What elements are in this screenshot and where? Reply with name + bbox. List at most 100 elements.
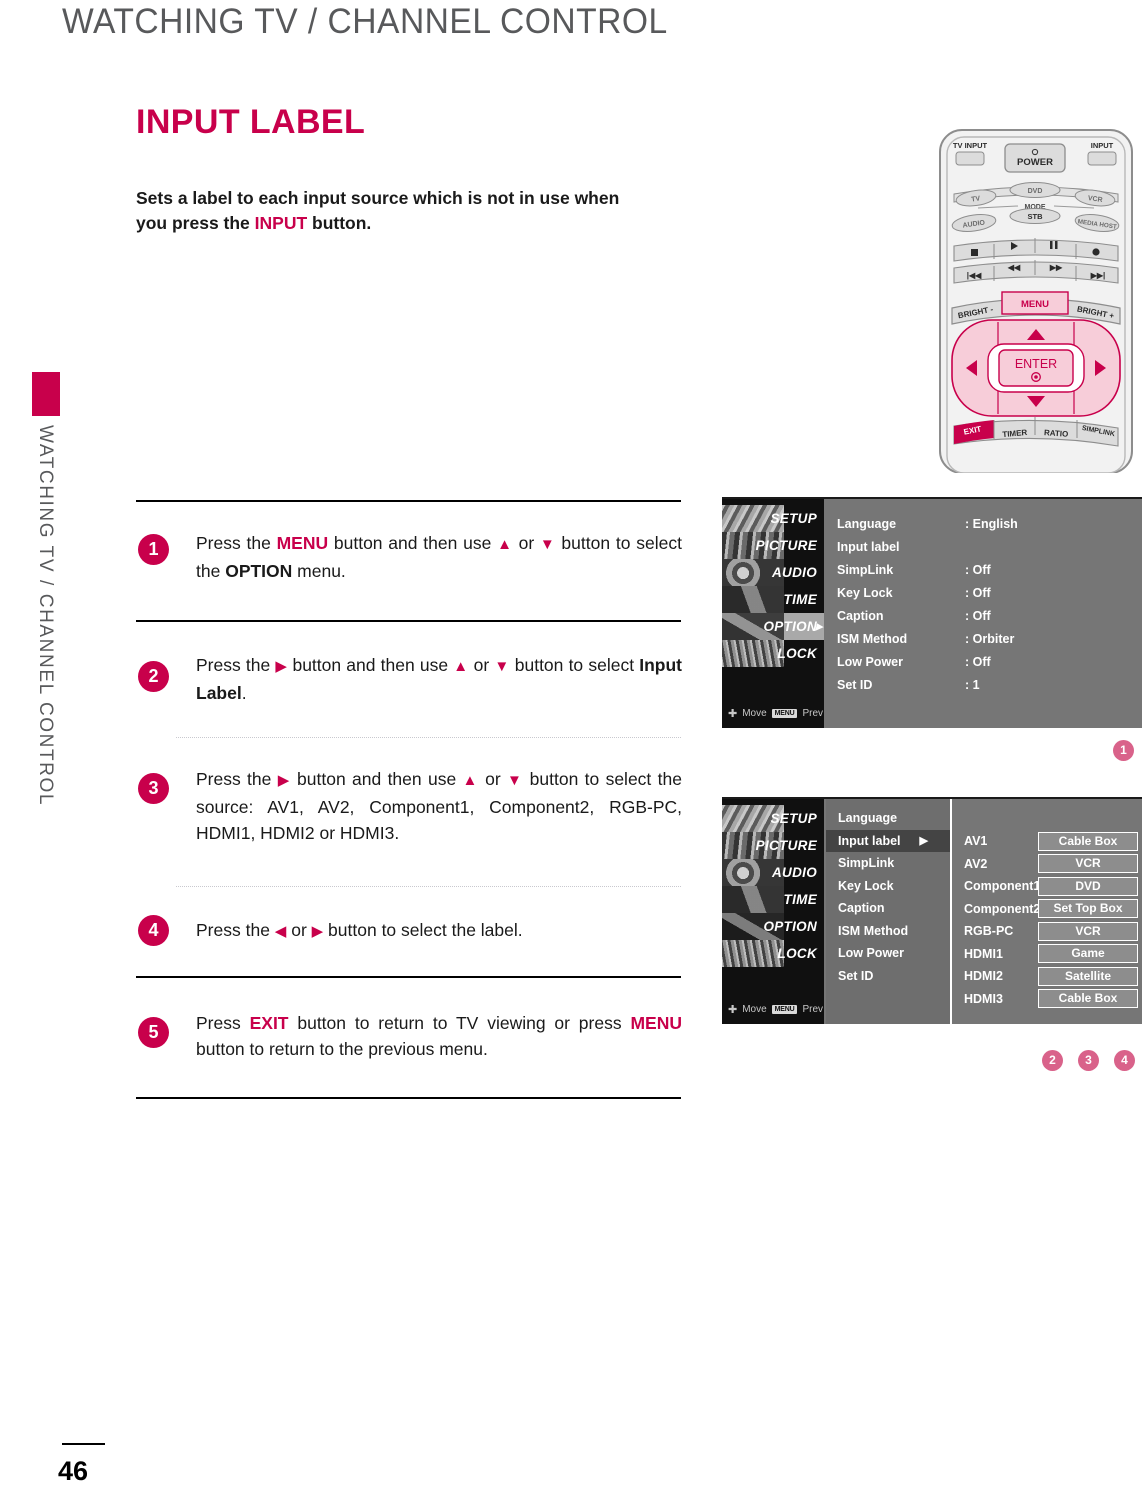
sidebar-vertical-label: WATCHING TV / CHANNEL CONTROL bbox=[30, 425, 64, 825]
osd2-input-label-value[interactable]: Game bbox=[1038, 944, 1138, 964]
osd-sidebar-item-label: LOCK bbox=[777, 646, 817, 661]
osd2-input-label-value[interactable]: VCR bbox=[1038, 854, 1138, 874]
osd2-input-label-value[interactable]: Satellite bbox=[1038, 966, 1138, 986]
osd1-move-label: Move bbox=[742, 708, 767, 719]
step-2-fragment-3: ▲ bbox=[453, 658, 469, 675]
divider-after-step-1 bbox=[136, 620, 681, 622]
step-text-1: Press the MENU button and then use ▲ or … bbox=[196, 530, 682, 584]
osd2-input-row[interactable]: Component2 Set Top Box bbox=[954, 898, 1142, 921]
osd2-option-item-ism-method[interactable]: ISM Method bbox=[826, 920, 950, 943]
osd2-input-row[interactable]: HDMI3 Cable Box bbox=[954, 988, 1142, 1011]
osd2-option-item-input-label[interactable]: Input label ▶ bbox=[826, 829, 950, 852]
step-number-4: 4 bbox=[138, 915, 169, 946]
osd1-row[interactable]: Key Lock: Off bbox=[837, 582, 1136, 605]
step-4-fragment-3: ▶ bbox=[311, 923, 324, 940]
osd2-input-row[interactable]: AV1 Cable Box bbox=[954, 830, 1142, 853]
osd1-row[interactable]: Low Power: Off bbox=[837, 651, 1136, 674]
osd1-row[interactable]: ISM Method: Orbiter bbox=[837, 628, 1136, 651]
osd1-row[interactable]: Caption: Off bbox=[837, 605, 1136, 628]
osd-sidebar-item-lock[interactable]: LOCK bbox=[722, 940, 824, 967]
divider-after-step-2 bbox=[176, 737, 681, 739]
osd1-row-value: : Off bbox=[965, 655, 991, 669]
divider-after-step-3 bbox=[176, 886, 681, 888]
remote-next-icon: ▶▶| bbox=[1090, 271, 1106, 280]
osd-sidebar-item-lock[interactable]: LOCK bbox=[722, 640, 824, 667]
osd-sidebar-item-time[interactable]: TIME bbox=[722, 586, 824, 613]
osd-sidebar-thumbnail-icon bbox=[722, 640, 784, 667]
step-4-fragment-4: button to select the label. bbox=[323, 920, 523, 940]
step-2-fragment-1: ▶ bbox=[275, 658, 288, 675]
step-5-fragment-4: button to return to the previous menu. bbox=[196, 1039, 488, 1059]
osd1-row[interactable]: SimpLink: Off bbox=[837, 559, 1136, 582]
section-heading: INPUT LABEL bbox=[136, 103, 366, 141]
step-1-fragment-3: ▲ bbox=[497, 536, 513, 553]
osd-sidebar-item-audio[interactable]: AUDIO bbox=[722, 559, 824, 586]
osd-sidebar-item-picture[interactable]: PICTURE bbox=[722, 832, 824, 859]
callout-badge-2: 2 bbox=[1042, 1050, 1063, 1071]
osd1-row-key: Key Lock bbox=[837, 586, 893, 600]
step-2-fragment-2: button and then use bbox=[287, 655, 454, 675]
step-3-fragment-2: button and then use bbox=[290, 769, 463, 789]
osd1-row[interactable]: Set ID: 1 bbox=[837, 674, 1136, 697]
osd2-prev-label: Prev bbox=[802, 1004, 824, 1015]
step-2-fragment-5: ▼ bbox=[494, 658, 510, 675]
intro-line-2-post: button. bbox=[307, 213, 372, 233]
osd-sidebar-item-setup[interactable]: SETUP bbox=[722, 505, 824, 532]
osd2-option-item-set-id[interactable]: Set ID bbox=[826, 965, 950, 988]
osd-sidebar-item-picture[interactable]: PICTURE bbox=[722, 532, 824, 559]
osd2-input-row[interactable]: AV2 VCR bbox=[954, 853, 1142, 876]
osd2-option-item-label: Low Power bbox=[838, 946, 904, 960]
osd1-row[interactable]: Language: English bbox=[837, 513, 1136, 536]
remote-tv-input-button bbox=[955, 151, 985, 166]
osd-sidebar-item-label: PICTURE bbox=[755, 838, 817, 853]
osd-sidebar-item-label: OPTION bbox=[763, 919, 817, 934]
osd1-settings-list: Language: English Input label SimpLink: Of… bbox=[837, 513, 1136, 697]
osd2-input-label-value[interactable]: Cable Box bbox=[1038, 831, 1138, 851]
osd1-row-value: : English bbox=[965, 517, 1018, 531]
osd2-input-label-value[interactable]: Set Top Box bbox=[1038, 899, 1138, 919]
osd-sidebar-item-option[interactable]: OPTION ▶ bbox=[722, 613, 824, 640]
step-4-fragment-2: or bbox=[286, 920, 312, 940]
callout-badge-4: 4 bbox=[1114, 1050, 1135, 1071]
page-title: WATCHING TV / CHANNEL CONTROL bbox=[62, 2, 668, 41]
osd2-input-row[interactable]: HDMI2 Satellite bbox=[954, 965, 1142, 988]
osd1-row-value: : Off bbox=[965, 563, 991, 577]
osd2-input-row[interactable]: HDMI1 Game bbox=[954, 943, 1142, 966]
divider-top bbox=[136, 500, 681, 502]
osd-sidebar-item-time[interactable]: TIME bbox=[722, 886, 824, 913]
osd2-input-row[interactable]: RGB-PC VCR bbox=[954, 920, 1142, 943]
osd2-option-item-simplink[interactable]: SimpLink bbox=[826, 852, 950, 875]
osd2-input-label-value[interactable]: DVD bbox=[1038, 876, 1138, 896]
osd-sidebar-item-label: TIME bbox=[783, 592, 817, 607]
osd2-option-item-low-power[interactable]: Low Power bbox=[826, 942, 950, 965]
dpad-icon: ✚ bbox=[728, 708, 738, 720]
osd2-option-item-language[interactable]: Language bbox=[826, 807, 950, 830]
osd1-row-value: : 1 bbox=[965, 678, 980, 692]
osd2-option-item-caption[interactable]: Caption bbox=[826, 897, 950, 920]
osd2-input-label-value[interactable]: Cable Box bbox=[1038, 989, 1138, 1009]
intro-line-2-pre: you press the bbox=[136, 213, 255, 233]
osd-sidebar-item-setup[interactable]: SETUP bbox=[722, 805, 824, 832]
osd2-input-source-name: HDMI3 bbox=[964, 991, 1003, 1006]
osd-sidebar-thumbnail-icon bbox=[722, 586, 784, 613]
divider-bottom bbox=[136, 1097, 681, 1099]
step-3-fragment-0: Press the bbox=[196, 769, 278, 789]
step-number-3: 3 bbox=[138, 773, 169, 804]
osd2-input-source-name: Component1 bbox=[964, 879, 1041, 894]
osd2-option-item-label: Key Lock bbox=[838, 878, 894, 893]
step-number-1: 1 bbox=[138, 534, 169, 565]
osd2-input-label-value[interactable]: VCR bbox=[1038, 921, 1138, 941]
step-text-2: Press the ▶ button and then use ▲ or ▼ b… bbox=[196, 652, 682, 706]
osd2-option-item-label: Caption bbox=[838, 901, 885, 915]
page-number: 46 bbox=[58, 1456, 89, 1486]
osd-sidebar-item-option[interactable]: OPTION bbox=[722, 913, 824, 940]
footer-divider bbox=[62, 1443, 105, 1445]
step-number-5: 5 bbox=[138, 1017, 169, 1048]
svg-text:TV: TV bbox=[971, 195, 981, 203]
osd2-option-item-key-lock[interactable]: Key Lock bbox=[826, 875, 950, 898]
osd1-row[interactable]: Input label bbox=[837, 536, 1136, 559]
osd-sidebar-item-audio[interactable]: AUDIO bbox=[722, 859, 824, 886]
osd2-input-row[interactable]: Component1 DVD bbox=[954, 875, 1142, 898]
osd-sidebar-thumbnail-icon bbox=[722, 940, 784, 967]
osd1-row-key: Input label bbox=[837, 540, 900, 554]
